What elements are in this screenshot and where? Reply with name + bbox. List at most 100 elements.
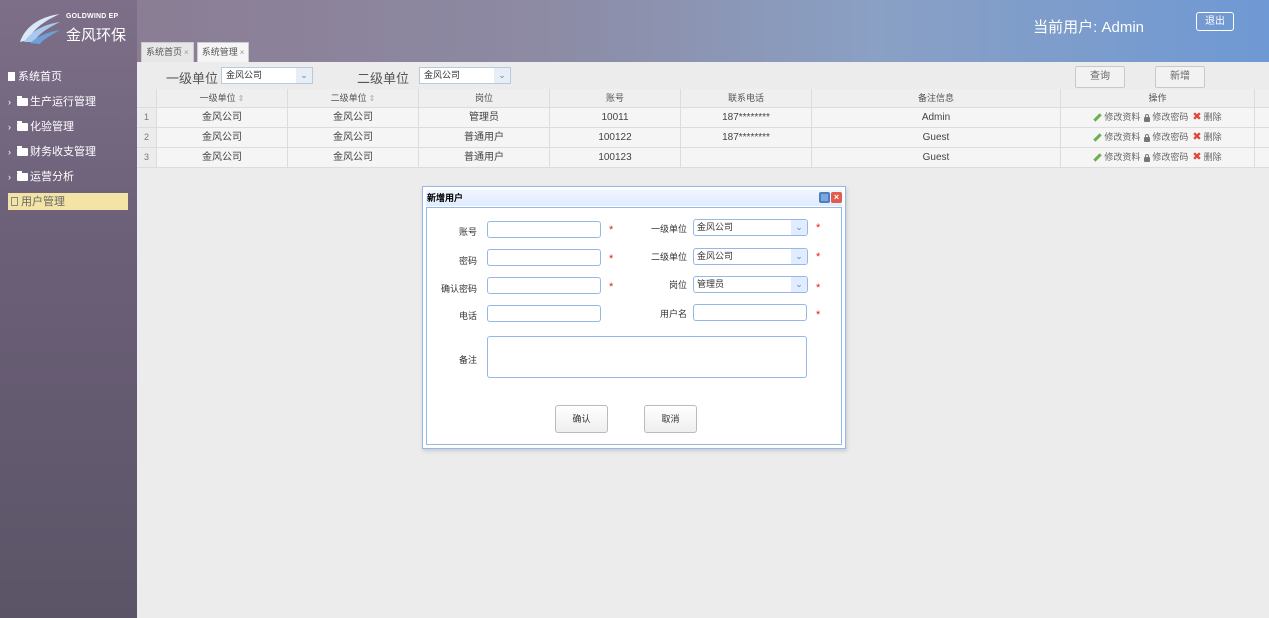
edit-info-link[interactable]: 修改资料 [1093,128,1140,147]
document-icon [11,197,18,206]
change-password-link[interactable]: 修改密码 [1144,128,1188,147]
confirm-password-input[interactable] [487,277,601,294]
password-input[interactable] [487,249,601,266]
sidebar: GOLDWIND EP 金风环保 系统首页 › 生产运行管理 › 化验管理 › … [0,0,137,618]
close-icon[interactable]: × [831,192,842,203]
column-header[interactable]: 二级单位 ⇕ [288,89,419,107]
required-mark: * [816,251,821,263]
cell-level2: 金风公司 [288,108,419,127]
level1-select[interactable]: 金风公司 ⌄ [693,219,808,236]
level2-select[interactable]: 金风公司 ⌄ [419,67,511,84]
goldwind-logo-icon [20,14,60,44]
account-input[interactable] [487,221,601,238]
sidebar-item-home[interactable]: 系统首页 [8,64,128,89]
cell-level2: 金风公司 [288,148,419,167]
cell-phone: 187******** [681,108,812,127]
level2-label: 二级单位 [650,252,687,262]
sidebar-item-label: 化验管理 [30,120,74,133]
cell-level1: 金风公司 [157,108,288,127]
column-header: 联系电话 [681,89,812,107]
required-mark: * [609,253,614,265]
required-mark: * [816,309,821,321]
sidebar-item-label: 财务收支管理 [30,145,96,158]
lock-icon [1144,133,1151,142]
cell-actions: 修改资料 修改密码 ✖ 删除 [1061,128,1255,147]
logout-button[interactable]: 退出 [1196,12,1234,31]
table-row[interactable]: 3 金风公司 金风公司 普通用户 100123 Guest 修改资料 修改密码 … [137,148,1269,168]
row-number: 3 [137,148,157,167]
close-icon[interactable]: × [184,48,189,57]
level1-select[interactable]: 金风公司 ⌄ [221,67,313,84]
current-user: 当前用户: Admin [1033,19,1144,36]
dialog-body: 账号 * 密码 * 确认密码 * 电话 备注 一级单位 金风公司 ⌄ * 二级单… [426,207,842,445]
dialog-title-bar[interactable]: 新增用户 × [426,190,842,206]
cell-level1: 金风公司 [157,128,288,147]
username-input[interactable] [693,304,807,321]
user-table: 一级单位 ⇕ 二级单位 ⇕ 岗位 账号 联系电话 备注信息 操作 1 金风公司 金风… [137,89,1269,168]
change-password-link[interactable]: 修改密码 [1144,148,1188,167]
tab-system[interactable]: 系统管理 × [196,42,250,62]
minimize-icon[interactable] [819,192,830,203]
query-button[interactable]: 查询 [1075,66,1125,88]
required-mark: * [609,281,614,293]
cell-note: Guest [812,148,1061,167]
delete-link[interactable]: ✖ 删除 [1192,148,1221,167]
column-header: 操作 [1061,89,1255,107]
level1-label: 一级单位 [650,224,687,234]
sidebar-item-finance[interactable]: › 财务收支管理 [8,139,128,164]
remark-textarea[interactable] [487,336,807,378]
tab-home[interactable]: 系统首页 × [141,42,194,62]
table-row[interactable]: 2 金风公司 金风公司 普通用户 100122 187******** Gues… [137,128,1269,148]
dialog-tools: × [819,192,842,203]
cell-account: 10011 [550,108,681,127]
edit-info-link[interactable]: 修改资料 [1093,108,1140,127]
lock-icon [1144,113,1151,122]
level2-select[interactable]: 金风公司 ⌄ [693,248,808,265]
account-label: 账号 [458,227,477,237]
post-label: 岗位 [668,280,687,290]
edit-info-link[interactable]: 修改资料 [1093,148,1140,167]
table-row[interactable]: 1 金风公司 金风公司 管理员 10011 187******** Admin … [137,108,1269,128]
pencil-icon [1093,113,1103,122]
sidebar-item-label: 生产运行管理 [30,95,96,108]
folder-icon [17,95,28,106]
sidebar-item-analysis[interactable]: › 运营分析 [8,164,128,189]
chevron-right-icon: › [8,121,11,132]
filter-bar: 一级单位 金风公司 ⌄ 二级单位 金风公司 ⌄ 查询 新增 [137,62,1269,88]
sort-icon: ⇕ [237,94,245,103]
cell-actions: 修改资料 修改密码 ✖ 删除 [1061,108,1255,127]
row-number: 1 [137,108,157,127]
folder-icon [17,145,28,156]
cell-post: 管理员 [419,108,550,127]
phone-input[interactable] [487,305,601,322]
required-mark: * [816,282,821,294]
confirm-button[interactable]: 确认 [555,405,608,433]
chevron-right-icon: › [8,146,11,157]
table-header: 一级单位 ⇕ 二级单位 ⇕ 岗位 账号 联系电话 备注信息 操作 [137,89,1269,108]
brand-en: GOLDWIND EP [66,13,119,20]
sidebar-item-lab[interactable]: › 化验管理 [8,114,128,139]
close-icon[interactable]: × [240,48,245,57]
change-password-link[interactable]: 修改密码 [1144,108,1188,127]
sidebar-item-production[interactable]: › 生产运行管理 [8,89,128,114]
post-select[interactable]: 管理员 ⌄ [693,276,808,293]
sidebar-item-users[interactable]: 用户管理 [8,193,128,210]
chevron-down-icon: ⌄ [494,68,510,83]
tab-label: 系统管理 [201,47,238,57]
delete-link[interactable]: ✖ 删除 [1192,108,1221,127]
column-header[interactable]: 一级单位 ⇕ [157,89,288,107]
cell-level1: 金风公司 [157,148,288,167]
sidebar-nav: 系统首页 › 生产运行管理 › 化验管理 › 财务收支管理 › 运营分析 用户管… [8,64,128,210]
cell-level2: 金风公司 [288,128,419,147]
select-value: 金风公司 [226,70,263,80]
pencil-icon [1093,153,1103,162]
pencil-icon [1093,133,1103,142]
cell-note: Guest [812,128,1061,147]
cell-note: Admin [812,108,1061,127]
cell-phone [681,148,812,167]
add-button[interactable]: 新增 [1155,66,1205,88]
cancel-button[interactable]: 取消 [644,405,697,433]
delete-link[interactable]: ✖ 删除 [1192,128,1221,147]
select-value: 金风公司 [424,70,461,80]
sort-icon: ⇕ [368,94,376,103]
